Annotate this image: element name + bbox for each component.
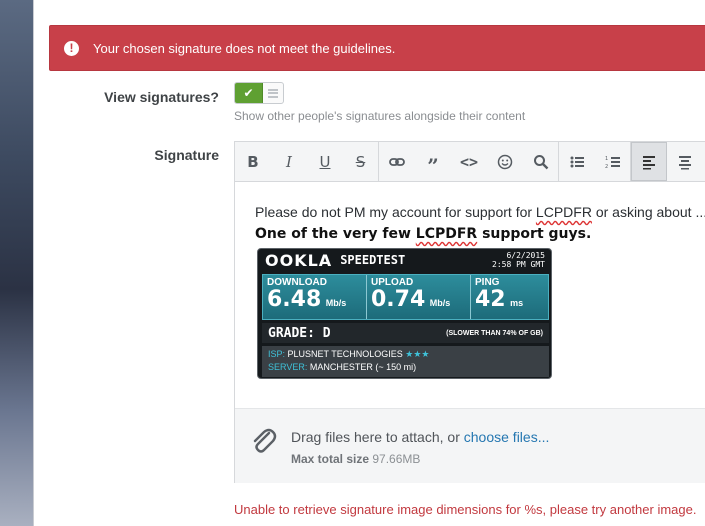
- align-left-icon[interactable]: [631, 142, 667, 181]
- error-alert: ! Your chosen signature does not meet th…: [49, 25, 705, 71]
- dropzone-text: Drag files here to attach, or choose fil…: [291, 429, 550, 445]
- quote-icon[interactable]: ”: [415, 142, 451, 181]
- search-icon[interactable]: [523, 142, 559, 181]
- signature-text-line-1: Please do not PM my account for support …: [255, 204, 705, 220]
- underline-icon[interactable]: U: [307, 142, 343, 181]
- checkmark-icon: ✔: [235, 83, 263, 103]
- speedtest-grade: GRADE: D (SLOWER THAN 74% OF GB): [262, 323, 549, 343]
- rating-stars-icon: ★★★: [405, 349, 430, 359]
- align-center-icon[interactable]: [667, 142, 703, 181]
- view-signatures-toggle[interactable]: ✔: [234, 82, 284, 104]
- speedtest-metrics: DOWNLOAD 6.48 Mb/s UPLOAD 0.74 Mb/s PING…: [262, 274, 549, 320]
- settings-page: ! Your chosen signature does not meet th…: [34, 0, 705, 526]
- background-image: [0, 0, 34, 526]
- view-signatures-label: View signatures?: [104, 89, 219, 105]
- ping-metric: PING 42 ms: [475, 277, 524, 312]
- speedtest-info: ISP: PLUSNET TECHNOLOGIES ★★★ SERVER: MA…: [262, 346, 549, 377]
- view-signatures-hint: Show other people's signatures alongside…: [234, 109, 526, 123]
- signature-error-message: Unable to retrieve signature image dimen…: [234, 502, 697, 517]
- paperclip-icon: [253, 428, 277, 453]
- bulleted-list-icon[interactable]: [559, 142, 595, 181]
- ookla-logo: OOKLA: [265, 250, 333, 270]
- svg-text:1: 1: [605, 156, 608, 162]
- smilie-icon[interactable]: [487, 142, 523, 181]
- toggle-handle-icon: [263, 83, 283, 103]
- alert-message: Your chosen signature does not meet the …: [93, 40, 396, 56]
- editor-toolbar: B I U S ” <> 12: [235, 142, 705, 182]
- signature-content-area[interactable]: Please do not PM my account for support …: [235, 182, 705, 408]
- choose-files-link[interactable]: choose files...: [464, 429, 550, 445]
- strikethrough-icon[interactable]: S: [343, 142, 379, 181]
- signature-label: Signature: [154, 147, 219, 163]
- bold-icon[interactable]: B: [235, 142, 271, 181]
- speedtest-date: 6/2/2015 2:58 PM GMT: [492, 251, 545, 269]
- download-metric: DOWNLOAD 6.48 Mb/s: [263, 275, 367, 319]
- speedtest-title: SPEEDTEST: [340, 253, 406, 267]
- max-size-info: Max total size 97.66MB: [291, 452, 421, 466]
- file-dropzone[interactable]: Drag files here to attach, or choose fil…: [235, 408, 705, 483]
- svg-text:2: 2: [605, 164, 608, 170]
- link-icon[interactable]: [379, 142, 415, 181]
- code-icon[interactable]: <>: [451, 142, 487, 181]
- speedtest-result-image: OOKLA SPEEDTEST 6/2/2015 2:58 PM GMT DOWN…: [257, 248, 552, 379]
- signature-editor: B I U S ” <> 12 Please do not PM my acco…: [234, 141, 705, 483]
- upload-metric: UPLOAD 0.74 Mb/s: [367, 275, 471, 319]
- exclamation-icon: !: [64, 40, 79, 56]
- numbered-list-icon[interactable]: 12: [595, 142, 631, 181]
- signature-text-line-2: One of the very few LCPDFR support guys.: [255, 226, 592, 242]
- italic-icon[interactable]: I: [271, 142, 307, 181]
